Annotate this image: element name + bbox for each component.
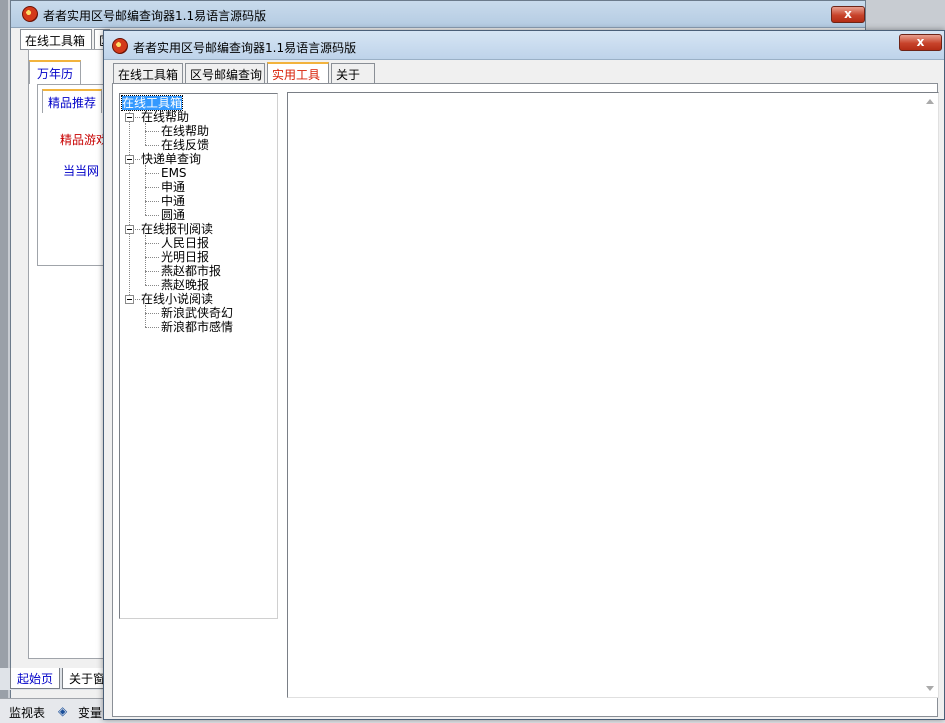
collapse-icon[interactable] — [125, 225, 134, 234]
tree-leaf-label: 燕赵晚报 — [161, 278, 210, 292]
tree-connector — [145, 285, 159, 286]
tab-content: 在线工具箱 在线帮助 在线帮助 在线反馈 快递单查询 EMS 申通 中通 圆通 在线报刊阅读 人民… — [112, 83, 939, 717]
tree-leaf[interactable]: 中通 — [161, 194, 185, 208]
tree-group-label: 在线报刊阅读 — [141, 222, 214, 236]
close-button[interactable]: x — [899, 34, 942, 51]
tree-leaf[interactable]: 人民日报 — [161, 236, 209, 250]
tree-group-label: 在线帮助 — [141, 110, 190, 124]
ide-tab-start[interactable]: 起始页 — [10, 668, 61, 689]
tab-calendar[interactable]: 万年历 — [29, 60, 82, 84]
tree-connector — [145, 201, 159, 202]
tree-leaf-label: 新浪武侠奇幻 — [161, 306, 234, 320]
tree-connector — [145, 187, 159, 188]
tree-leaf[interactable]: EMS — [161, 166, 187, 180]
main-titlebar: 者者实用区号邮编查询器1.1易语言源码版 x — [104, 31, 944, 60]
main-window: 者者实用区号邮编查询器1.1易语言源码版 x 在线工具箱 区号邮编查询 实用工具… — [103, 30, 945, 720]
tree-group[interactable]: 在线报刊阅读 — [141, 222, 213, 236]
app-icon — [112, 38, 128, 54]
tree-connector — [145, 271, 159, 272]
tree-connector — [145, 305, 146, 327]
background-tab-online-tools[interactable]: 在线工具箱 — [20, 29, 92, 50]
tree-leaf-label: 光明日报 — [161, 250, 210, 264]
scroll-up-icon[interactable] — [926, 99, 934, 104]
tree-connector — [135, 229, 140, 230]
tree-leaf-label: 中通 — [161, 194, 186, 208]
collapse-icon[interactable] — [125, 295, 134, 304]
link-games[interactable]: 精品游戏 — [60, 131, 108, 148]
background-window-title: 者者实用区号邮编查询器1.1易语言源码版 — [43, 9, 267, 23]
window-title: 者者实用区号邮编查询器1.1易语言源码版 — [133, 41, 357, 55]
tab-recommend[interactable]: 精品推荐 — [42, 89, 103, 113]
tree-connector — [145, 173, 159, 174]
tree-leaf-label: EMS — [161, 166, 187, 180]
background-close-button[interactable]: x — [831, 6, 865, 23]
tree-leaf[interactable]: 燕赵晚报 — [161, 278, 209, 292]
tree-connector — [145, 123, 146, 145]
tree-group-label: 在线小说阅读 — [141, 292, 214, 306]
app-icon — [22, 6, 38, 22]
link-dangdang[interactable]: 当当网 — [63, 162, 99, 179]
tree-leaf[interactable]: 申通 — [161, 180, 185, 194]
tree-connector — [135, 117, 140, 118]
variables-icon: ◈ — [58, 704, 68, 718]
tree-connector — [145, 235, 146, 285]
web-browser-pane[interactable] — [287, 92, 939, 698]
tree-connector — [145, 131, 159, 132]
tree-group[interactable]: 在线帮助 — [141, 110, 189, 124]
tree-connector — [145, 327, 159, 328]
tree-leaf[interactable]: 光明日报 — [161, 250, 209, 264]
collapse-icon[interactable] — [125, 155, 134, 164]
tree-leaf[interactable]: 在线反馈 — [161, 138, 209, 152]
tools-tree[interactable]: 在线工具箱 在线帮助 在线帮助 在线反馈 快递单查询 EMS 申通 中通 圆通 在线报刊阅读 人民… — [119, 93, 278, 619]
tree-connector — [145, 145, 159, 146]
variables-tab[interactable]: 变量 — [78, 704, 102, 721]
tree-leaf-label: 人民日报 — [161, 236, 210, 250]
tree-connector — [145, 165, 146, 215]
tree-leaf[interactable]: 新浪武侠奇幻 — [161, 306, 233, 320]
tree-leaf-label: 申通 — [161, 180, 186, 194]
tree-leaf[interactable]: 燕赵都市报 — [161, 264, 221, 278]
tab-zipcode-query[interactable]: 区号邮编查询 — [185, 63, 265, 84]
tree-group[interactable]: 快递单查询 — [141, 152, 201, 166]
ide-document-tabs: 起始页 关于窗 — [0, 668, 120, 690]
tree-leaf[interactable]: 新浪都市感情 — [161, 320, 233, 334]
collapse-icon[interactable] — [125, 113, 134, 122]
watch-table-tab[interactable]: 监视表 — [9, 704, 45, 721]
tab-about[interactable]: 关于 — [331, 63, 375, 84]
tree-leaf-label: 在线帮助 — [161, 124, 210, 138]
tree-connector — [135, 299, 140, 300]
background-titlebar: 者者实用区号邮编查询器1.1易语言源码版 x — [11, 1, 865, 28]
tree-leaf-label: 燕赵都市报 — [161, 264, 222, 278]
tree-root[interactable]: 在线工具箱 — [120, 95, 184, 111]
tree-leaf-label: 新浪都市感情 — [161, 320, 234, 334]
browser-scrollbar[interactable] — [922, 93, 938, 697]
tree-group[interactable]: 在线小说阅读 — [141, 292, 213, 306]
tree-group-label: 快递单查询 — [141, 152, 202, 166]
tree-leaf-label: 在线反馈 — [161, 138, 210, 152]
tab-utilities[interactable]: 实用工具 — [267, 62, 329, 85]
tree-leaf[interactable]: 在线帮助 — [161, 124, 209, 138]
tree-connector — [135, 159, 140, 160]
tree-connector — [145, 257, 159, 258]
tree-leaf-label: 圆通 — [161, 208, 186, 222]
tree-connector — [145, 215, 159, 216]
tree-connector — [145, 313, 159, 314]
tree-leaf[interactable]: 圆通 — [161, 208, 185, 222]
tree-connector — [129, 108, 130, 297]
scroll-down-icon[interactable] — [926, 686, 934, 691]
tree-connector — [145, 243, 159, 244]
ide-left-strip — [0, 0, 8, 700]
tab-online-tools[interactable]: 在线工具箱 — [113, 63, 183, 84]
